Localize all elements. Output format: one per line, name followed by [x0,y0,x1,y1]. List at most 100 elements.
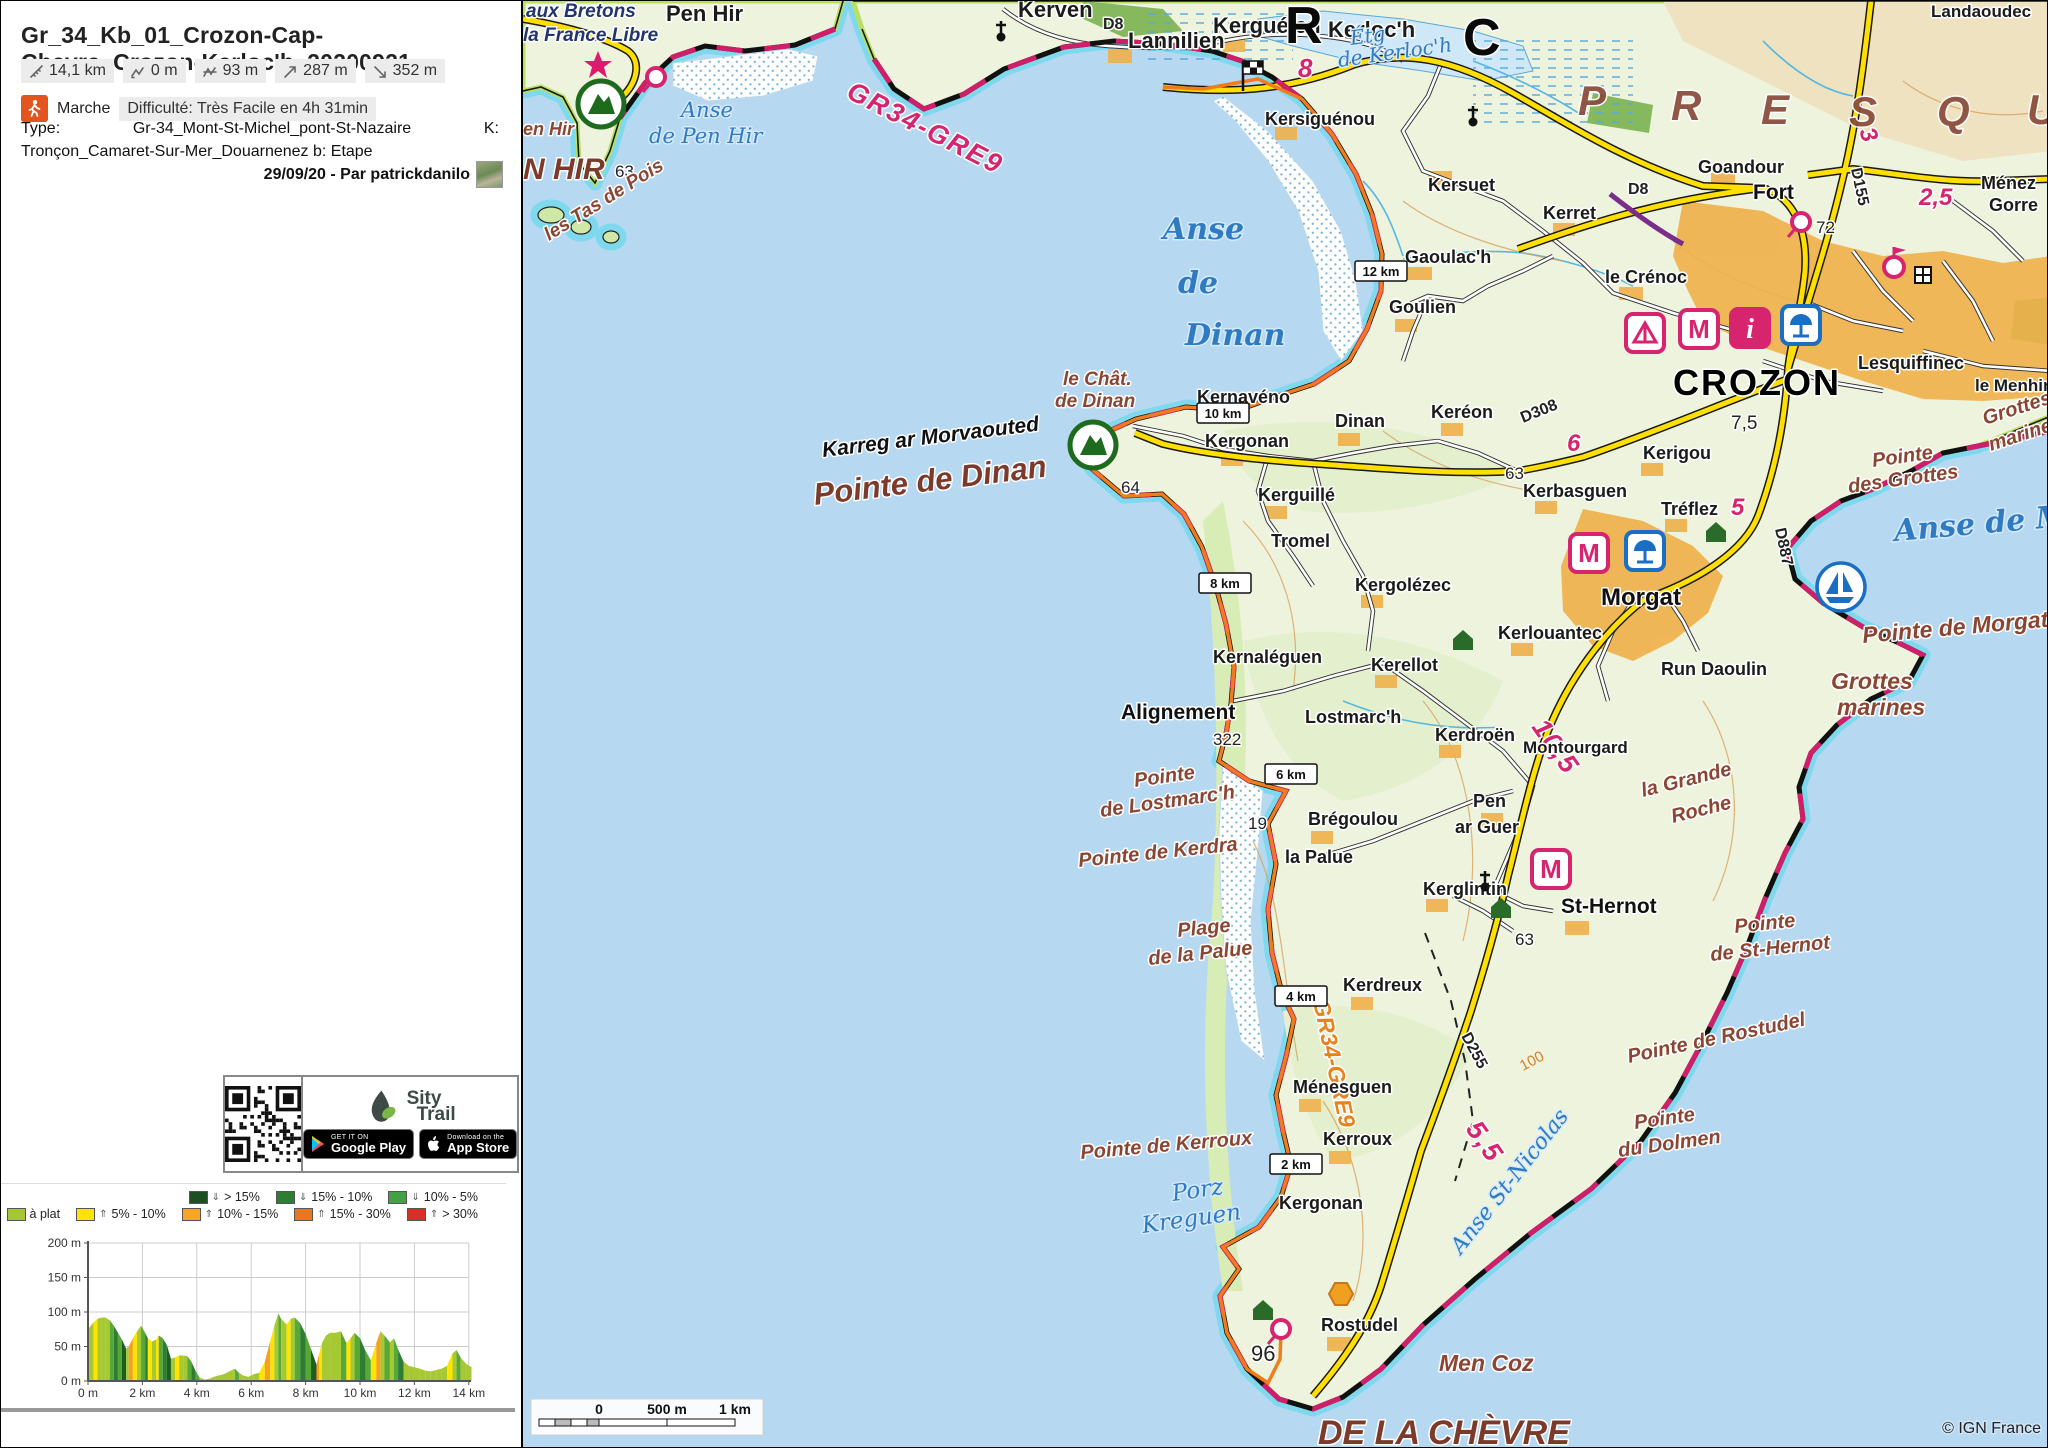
map-label: D8 [1103,16,1124,33]
y-axis-tick: 100 m [48,1305,81,1319]
type-text: Type: Gr-34_Mont-St-Michel_pont-St-Nazai… [21,117,499,163]
map-label: le Crénoc [1605,267,1687,287]
map-label: E [1761,86,1791,133]
profile-segment [295,1318,300,1381]
profile-segment [152,1340,156,1381]
elevation-chart: 200 m150 m100 m50 m0 m0 m2 km4 km6 km8 k… [1,1237,521,1409]
slope-legend: ⇓> 15%⇓15% - 10%⇓10% - 5%à plat⇑5% - 10%… [1,1183,506,1221]
map-label: Kerroux [1323,1129,1392,1149]
y-axis-tick: 150 m [48,1271,81,1285]
map-label: 8 [1298,53,1313,83]
km-marker: 12 km [1355,261,1407,281]
map-label: aux Bretons [526,1,636,22]
map-label: Kerdroën [1435,725,1515,745]
beach-icon [1782,306,1820,344]
trail-stats: 14,1 km0 m93 m287 m352 m [21,59,511,83]
map-label: P [1578,77,1607,124]
map-label: 19 [1248,814,1267,833]
km-marker: 2 km [1270,1154,1322,1174]
profile-segment [126,1347,129,1382]
map-label: 322 [1213,730,1241,749]
map-label: Landaoudec [1931,2,2031,21]
map-label: Kerbasguen [1523,481,1627,501]
profile-segment [281,1319,286,1381]
map-label: 6 [1567,430,1581,457]
profile-segment [191,1362,195,1381]
profile-segment [466,1364,471,1381]
legend-label: 15% - 10% [311,1190,372,1204]
map-label: de Dinan [1055,391,1135,412]
profile-segment [394,1338,398,1381]
km-marker: 6 km [1265,764,1317,784]
slope-arrow-icon: ⇑ [317,1209,325,1220]
sidebar-divider [1,1408,515,1412]
descent-icon [373,64,388,79]
profile-segment [316,1353,319,1381]
profile-segment [235,1369,239,1381]
stat-value: 287 m [303,62,347,80]
x-axis-tick: 14 km [452,1386,485,1400]
map-label: N HIR [523,153,605,186]
map-label: Pen Hir [666,1,743,26]
profile-segment [129,1338,133,1381]
map-scale-bar: 0 500 m 1 km [531,1399,763,1435]
map-label: Kersiguénou [1265,109,1375,129]
legend-swatch [276,1191,295,1204]
legend-swatch [407,1208,426,1221]
google-play-icon [311,1136,325,1152]
profile-segment [330,1333,335,1381]
profile-segment [187,1356,191,1381]
map-label: Dinan [1335,411,1385,431]
map-label: Montourgard [1523,738,1628,757]
legend-label: à plat [30,1207,61,1221]
scale-mid: 500 m [647,1401,687,1417]
map-label: Gorre [1989,195,2038,215]
ascent-icon [283,64,298,79]
map-label: Fort [1753,181,1794,204]
app-store-badge[interactable]: Download on theApp Store [419,1129,517,1159]
google-play-badge[interactable]: GET IT ONGoogle Play [303,1129,414,1159]
profile-segment [274,1313,278,1381]
profile-segment [229,1369,234,1381]
legend-label: > 15% [224,1190,260,1204]
viewpoint-icon [578,81,624,127]
profile-segment [420,1369,425,1381]
map-label: Anse [1160,212,1244,247]
profile-segment [425,1371,430,1381]
km-marker: 10 km [1197,403,1249,423]
profile-segment [355,1333,360,1381]
svg-text:M: M [1540,854,1562,884]
slope-arrow-icon: ⇑ [430,1209,438,1220]
stat-value: 352 m [393,62,437,80]
profile-segment [341,1331,346,1381]
legend-label: 10% - 15% [217,1207,278,1221]
legend-item: ⇑10% - 15% [182,1207,279,1221]
map-label: Q [1937,88,1970,136]
profile-segment [141,1326,145,1381]
map-label: Kergolézec [1355,575,1451,595]
profile-segment [461,1358,466,1381]
map-label: Dinan [1184,318,1285,353]
min-elevation-icon [131,64,146,79]
x-axis-tick: 4 km [184,1386,210,1400]
map-canvas[interactable]: aux Bretonsla France LibrePen HirKervenD… [521,1,2048,1448]
profile-segment [270,1326,274,1381]
map-label: D8 [1628,181,1649,198]
museum-icon: M [1570,534,1608,572]
x-axis-tick: 12 km [398,1386,431,1400]
viewpoint-icon [1070,422,1116,468]
legend-swatch [189,1191,208,1204]
svg-text:i: i [1746,314,1754,345]
profile-segment [319,1343,322,1381]
km-marker: 4 km [1275,986,1327,1006]
x-axis-tick: 6 km [238,1386,264,1400]
slope-arrow-icon: ⇑ [99,1209,107,1220]
svg-text:4 km: 4 km [1286,989,1316,1004]
profile-segment [167,1345,171,1381]
legend-item: à plat [7,1207,61,1221]
profile-segment [300,1323,305,1381]
map-label: Brégoulou [1308,809,1398,829]
profile-segment [414,1367,419,1381]
map-label: Rostudel [1321,1315,1398,1335]
x-axis-tick: 10 km [344,1386,377,1400]
